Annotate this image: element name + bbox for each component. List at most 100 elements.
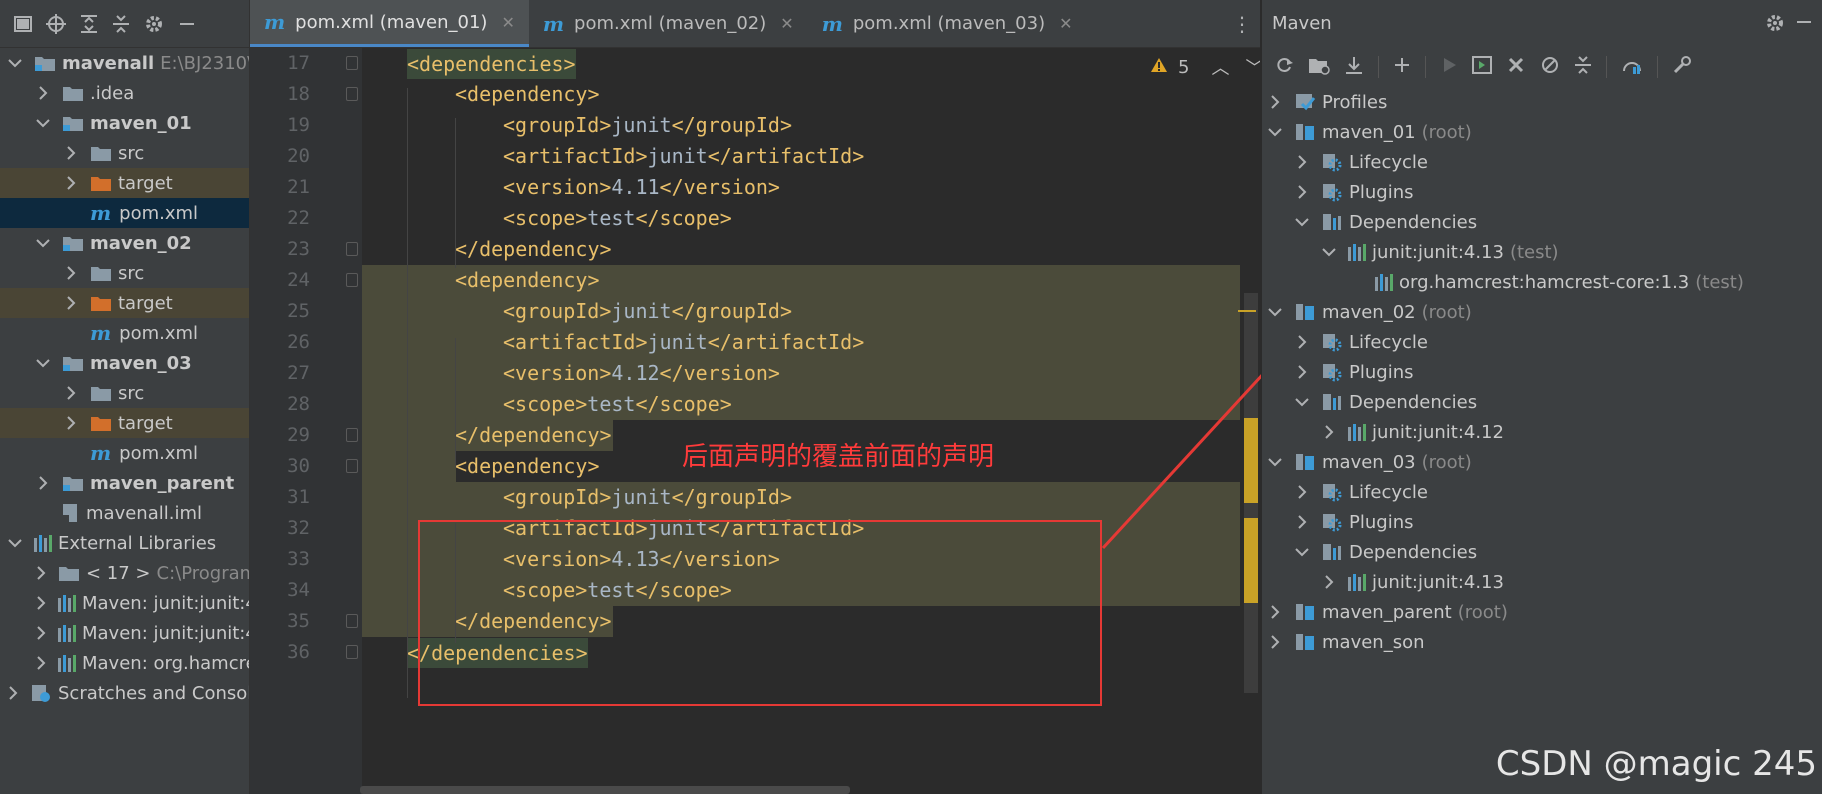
- chevron-down-icon[interactable]: [1322, 247, 1336, 257]
- project-tree-item[interactable]: src: [0, 258, 249, 288]
- chevron-down-icon[interactable]: [36, 238, 50, 248]
- chevron-right-icon[interactable]: [36, 656, 46, 670]
- maven-tree-item[interactable]: Dependencies: [1262, 207, 1822, 237]
- fold-marker-icon[interactable]: [346, 87, 358, 101]
- maven-tree-item[interactable]: Plugins: [1262, 177, 1822, 207]
- close-tab-icon[interactable]: ✕: [780, 14, 793, 33]
- project-view-icon[interactable]: [14, 15, 32, 33]
- expand-all-icon[interactable]: [80, 14, 98, 34]
- project-tree-item[interactable]: target: [0, 408, 249, 438]
- run-icon[interactable]: [1440, 56, 1458, 78]
- maven-tree-item[interactable]: maven_01 (root): [1262, 117, 1822, 147]
- chevron-right-icon[interactable]: [36, 626, 46, 640]
- maven-tree-item[interactable]: Dependencies: [1262, 387, 1822, 417]
- editor-scrollbar[interactable]: [1238, 48, 1258, 794]
- skip-tests-icon[interactable]: [1540, 55, 1560, 79]
- chevron-right-icon[interactable]: [64, 266, 78, 280]
- maven-tree-item[interactable]: maven_son: [1262, 627, 1822, 657]
- chevron-right-icon[interactable]: [36, 476, 50, 490]
- chevron-right-icon[interactable]: [1268, 95, 1282, 109]
- chevron-right-icon[interactable]: [64, 416, 78, 430]
- chevron-down-icon[interactable]: [36, 118, 50, 128]
- chevron-right-icon[interactable]: [64, 296, 78, 310]
- fold-marker-icon[interactable]: [346, 645, 358, 659]
- chevron-right-icon[interactable]: [1322, 425, 1336, 439]
- project-tree-item[interactable]: mavenall.iml: [0, 498, 249, 528]
- chevron-right-icon[interactable]: [1295, 185, 1309, 199]
- chevron-right-icon[interactable]: [1322, 575, 1336, 589]
- collapse-all-icon[interactable]: [112, 14, 130, 34]
- chevron-down-icon[interactable]: [36, 358, 50, 368]
- horizontal-scrollbar[interactable]: [360, 786, 850, 794]
- project-tree-item[interactable]: < 17 > C:\Program: [0, 558, 249, 588]
- project-tree-item[interactable]: maven_03: [0, 348, 249, 378]
- maven-tree-item[interactable]: Plugins: [1262, 507, 1822, 537]
- maven-tree-item[interactable]: Lifecycle: [1262, 327, 1822, 357]
- chevron-right-icon[interactable]: [64, 386, 78, 400]
- settings-gear-icon[interactable]: [144, 14, 164, 34]
- chevron-right-icon[interactable]: [1295, 485, 1309, 499]
- chevron-down-icon[interactable]: [8, 538, 22, 548]
- editor-tab[interactable]: m pom.xml (maven_02) ✕: [529, 0, 808, 47]
- execute-goal-icon[interactable]: [1472, 56, 1492, 78]
- editor-tab[interactable]: m pom.xml (maven_03) ✕: [808, 0, 1087, 47]
- project-tree-item[interactable]: maven_02: [0, 228, 249, 258]
- fold-marker-icon[interactable]: [346, 56, 358, 70]
- project-tree-item[interactable]: src: [0, 138, 249, 168]
- close-tab-icon[interactable]: ✕: [501, 13, 514, 32]
- project-tree-item[interactable]: External Libraries: [0, 528, 249, 558]
- chevron-down-icon[interactable]: [8, 58, 22, 68]
- maven-tree-item[interactable]: Plugins: [1262, 357, 1822, 387]
- fold-marker-icon[interactable]: [346, 428, 358, 442]
- project-tree-item[interactable]: target: [0, 288, 249, 318]
- project-tree-item[interactable]: Maven: junit:junit:4: [0, 618, 249, 648]
- project-tree-item[interactable]: target: [0, 168, 249, 198]
- maven-tree-item[interactable]: junit:junit:4.13 (test): [1262, 237, 1822, 267]
- toggle-offline-icon[interactable]: [1506, 55, 1526, 79]
- maven-settings-icon[interactable]: [1765, 13, 1785, 38]
- collapse-icon[interactable]: [1574, 55, 1592, 79]
- chevron-right-icon[interactable]: [36, 566, 46, 580]
- chevron-down-icon[interactable]: [1268, 127, 1282, 137]
- chevron-right-icon[interactable]: [1295, 365, 1309, 379]
- code-editor[interactable]: 17 18 19 20 21 22 23 24 25 26 27 28 29 30 31 32 33 34 35 36…: [250, 48, 1260, 794]
- chevron-right-icon[interactable]: [36, 596, 46, 610]
- project-tree-item[interactable]: Scratches and Consoles: [0, 678, 249, 708]
- download-icon[interactable]: [1344, 55, 1364, 79]
- project-tree-item[interactable]: Maven: junit:junit:4: [0, 588, 249, 618]
- chevron-right-icon[interactable]: [1268, 635, 1282, 649]
- maven-tree-item[interactable]: maven_parent (root): [1262, 597, 1822, 627]
- maven-tree-item[interactable]: org.hamcrest:hamcrest-core:1.3 (test): [1262, 267, 1822, 297]
- editor-tab[interactable]: m pom.xml (maven_01) ✕: [250, 0, 529, 47]
- maven-tree-item[interactable]: maven_02 (root): [1262, 297, 1822, 327]
- project-tree-item[interactable]: Maven: org.hamcrest: [0, 648, 249, 678]
- chevron-right-icon[interactable]: [8, 686, 18, 700]
- chevron-right-icon[interactable]: [64, 176, 78, 190]
- project-tree-item[interactable]: maven_parent: [0, 468, 249, 498]
- maven-tree-item[interactable]: maven_03 (root): [1262, 447, 1822, 477]
- maven-tree-item[interactable]: junit:junit:4.12: [1262, 417, 1822, 447]
- fold-marker-icon[interactable]: [346, 242, 358, 256]
- analyze-dependencies-icon[interactable]: [1621, 55, 1643, 79]
- project-tree-item[interactable]: m pom.xml: [0, 318, 249, 348]
- chevron-right-icon[interactable]: [1295, 155, 1309, 169]
- reload-icon[interactable]: [1274, 55, 1294, 79]
- project-tree-item[interactable]: mavenallE:\BJ2310\1: [0, 48, 249, 78]
- chevron-right-icon[interactable]: [1295, 515, 1309, 529]
- project-tree-item[interactable]: maven_01: [0, 108, 249, 138]
- chevron-down-icon[interactable]: [1295, 547, 1309, 557]
- project-tree-item[interactable]: m pom.xml: [0, 198, 249, 228]
- maven-tree-item[interactable]: Lifecycle: [1262, 477, 1822, 507]
- fold-marker-icon[interactable]: [346, 273, 358, 287]
- project-tree-item[interactable]: .idea: [0, 78, 249, 108]
- locate-icon[interactable]: [46, 13, 66, 34]
- chevron-down-icon[interactable]: [1268, 307, 1282, 317]
- chevron-right-icon[interactable]: [1268, 605, 1282, 619]
- maven-tree-item[interactable]: junit:junit:4.13: [1262, 567, 1822, 597]
- close-tab-icon[interactable]: ✕: [1059, 14, 1072, 33]
- chevron-right-icon[interactable]: [64, 146, 78, 160]
- chevron-right-icon[interactable]: [1295, 335, 1309, 349]
- fold-marker-icon[interactable]: [346, 459, 358, 473]
- maven-tree-item[interactable]: Lifecycle: [1262, 147, 1822, 177]
- chevron-right-icon[interactable]: [36, 86, 50, 100]
